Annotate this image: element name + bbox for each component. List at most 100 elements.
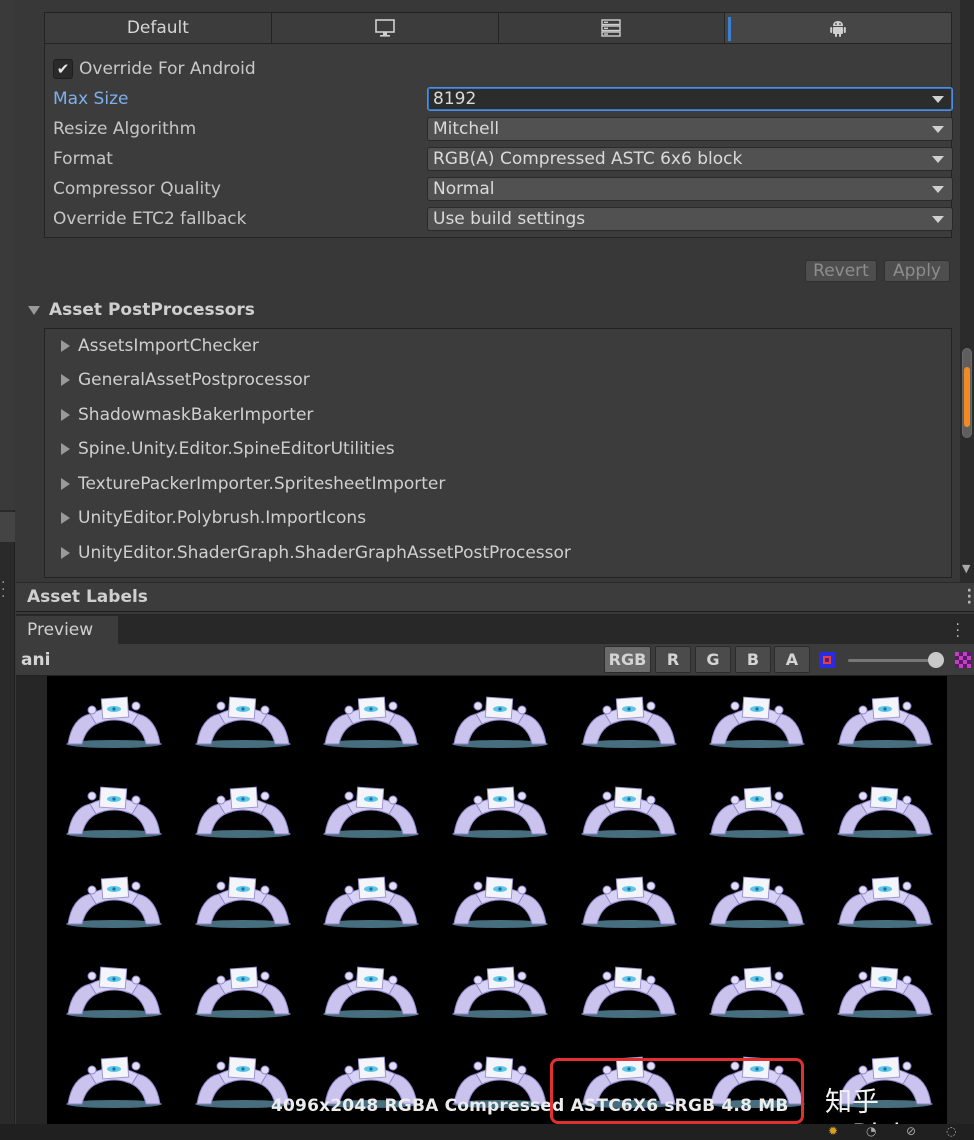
sprite-frame xyxy=(837,876,933,928)
sprite-frame xyxy=(452,966,548,1018)
list-item[interactable]: TexturePackerImporter.SpritesheetImporte… xyxy=(61,471,445,497)
left-panel-upper xyxy=(0,0,15,510)
format-label: Format xyxy=(53,149,113,169)
sprite-frame xyxy=(837,696,933,748)
sprite-frame xyxy=(323,696,419,748)
channel-r-button[interactable]: R xyxy=(655,646,691,673)
platform-settings: ✔ Override For Android Max Size 8192 Res… xyxy=(44,44,953,238)
channel-b-button[interactable]: B xyxy=(735,646,771,673)
override-label: Override For Android xyxy=(79,59,256,79)
apply-button[interactable]: Apply xyxy=(884,260,950,282)
tab-android[interactable] xyxy=(725,13,951,43)
sprite-frame xyxy=(452,696,548,748)
channel-a-button[interactable]: A xyxy=(774,646,810,673)
foldout-collapsed-icon xyxy=(61,443,70,455)
sprite-frame xyxy=(581,966,677,1018)
sprite-frame xyxy=(66,1056,162,1108)
sprite-frame xyxy=(581,876,677,928)
sprite-frame xyxy=(195,696,291,748)
sprite-frame xyxy=(66,876,162,928)
mip-slider[interactable] xyxy=(848,659,936,662)
etc2-fallback-row: Override ETC2 fallback Use build setting… xyxy=(53,206,953,232)
sprite-frame xyxy=(452,876,548,928)
kebab-icon[interactable]: · · · xyxy=(967,584,972,610)
preview-toolbar: ani RGB R G B A xyxy=(16,644,974,676)
sprite-frame xyxy=(195,966,291,1018)
android-icon xyxy=(830,21,846,37)
compressor-quality-row: Compressor Quality Normal xyxy=(53,176,953,202)
left-panel-edge: · · · xyxy=(0,0,15,1140)
notification-icon[interactable]: ◌ xyxy=(946,1124,956,1138)
postprocessors-header[interactable]: Asset PostProcessors xyxy=(20,300,255,320)
sprite-frame xyxy=(709,696,805,748)
scrollbar-thumb[interactable] xyxy=(962,348,972,438)
highlight-annotation xyxy=(550,1058,804,1124)
foldout-collapsed-icon xyxy=(61,478,70,490)
kebab-icon[interactable]: · · · xyxy=(1,576,5,604)
kebab-icon[interactable]: · · · xyxy=(956,618,960,644)
server-icon xyxy=(601,19,622,37)
list-item[interactable]: AssetsImportChecker xyxy=(61,333,259,359)
etc2-fallback-label: Override ETC2 fallback xyxy=(53,209,247,229)
max-size-dropdown[interactable]: 8192 xyxy=(427,87,953,111)
sprite-frame xyxy=(195,786,291,838)
texture-preview[interactable]: 4096x2048 RGBA Compressed ASTC6X6 sRGB 4… xyxy=(47,676,947,1124)
sprite-frame xyxy=(709,966,805,1018)
sprite-frame xyxy=(837,966,933,1018)
sync-icon[interactable]: ⊘ xyxy=(906,1124,916,1138)
list-item[interactable]: ShadowmaskBakerImporter xyxy=(61,402,313,428)
sprite-frame xyxy=(709,876,805,928)
chevron-down-icon xyxy=(932,126,944,133)
resize-algorithm-label: Resize Algorithm xyxy=(53,119,197,139)
asset-name: ani xyxy=(21,650,51,670)
preview-tabbar: Preview · · · xyxy=(16,614,974,644)
sprite-frame xyxy=(66,786,162,838)
network-icon[interactable]: ◔ xyxy=(866,1124,876,1138)
override-checkbox[interactable]: ✔ xyxy=(53,59,73,79)
tab-default[interactable]: Default xyxy=(45,13,272,43)
tab-server[interactable] xyxy=(498,13,726,43)
platform-tabs: Default xyxy=(44,12,952,44)
list-item[interactable]: Spine.Unity.Editor.SpineEditorUtilities xyxy=(61,436,395,462)
format-row: Format RGB(A) Compressed ASTC 6x6 block xyxy=(53,146,953,172)
override-row: ✔ Override For Android xyxy=(53,56,943,82)
compressor-quality-dropdown[interactable]: Normal xyxy=(427,177,953,201)
sprite-frame xyxy=(709,786,805,838)
chevron-down-icon xyxy=(932,216,944,223)
asset-labels-header[interactable]: Asset Labels · · · xyxy=(16,582,974,612)
watermark: 知乎 @Rich xyxy=(825,1087,910,1124)
max-size-row: Max Size 8192 xyxy=(53,86,953,112)
foldout-collapsed-icon xyxy=(61,340,70,352)
mip-slider-handle[interactable] xyxy=(928,652,944,668)
bug-icon[interactable]: ✹ xyxy=(828,1124,838,1138)
format-dropdown[interactable]: RGB(A) Compressed ASTC 6x6 block xyxy=(427,147,953,171)
list-item[interactable]: GeneralAssetPostprocessor xyxy=(61,367,310,393)
resize-algorithm-row: Resize Algorithm Mitchell xyxy=(53,116,953,142)
postprocessors-list: AssetsImportChecker GeneralAssetPostproc… xyxy=(44,328,952,578)
sprite-frame xyxy=(323,786,419,838)
list-item[interactable]: UnityEditor.Polybrush.ImportIcons xyxy=(61,505,366,531)
status-bar: ✹ ◔ ⊘ ◌ xyxy=(0,1124,974,1140)
inspector-scrollbar[interactable]: ▼ xyxy=(960,0,974,582)
left-panel-tab xyxy=(0,512,15,542)
etc2-fallback-dropdown[interactable]: Use build settings xyxy=(427,207,953,231)
tab-standalone[interactable] xyxy=(271,13,499,43)
sprite-frame xyxy=(66,966,162,1018)
sprite-frame xyxy=(581,696,677,748)
compressor-quality-label: Compressor Quality xyxy=(53,179,221,199)
max-size-label: Max Size xyxy=(53,89,129,109)
revert-button[interactable]: Revert xyxy=(805,260,877,282)
channel-g-button[interactable]: G xyxy=(695,646,731,673)
sprite-frame xyxy=(66,696,162,748)
chevron-down-icon xyxy=(932,96,944,103)
list-item[interactable]: UnityEditor.ShaderGraph.ShaderGraphAsset… xyxy=(61,540,571,566)
chevron-down-icon xyxy=(932,186,944,193)
channel-rgb-button[interactable]: RGB xyxy=(604,646,651,673)
foldout-collapsed-icon xyxy=(61,547,70,559)
scroll-down-arrow-icon[interactable]: ▼ xyxy=(962,562,970,575)
tab-preview[interactable]: Preview xyxy=(16,616,118,644)
resize-algorithm-dropdown[interactable]: Mitchell xyxy=(427,117,953,141)
mip-high-icon xyxy=(955,652,971,668)
sprite-frame xyxy=(837,786,933,838)
foldout-collapsed-icon xyxy=(61,374,70,386)
